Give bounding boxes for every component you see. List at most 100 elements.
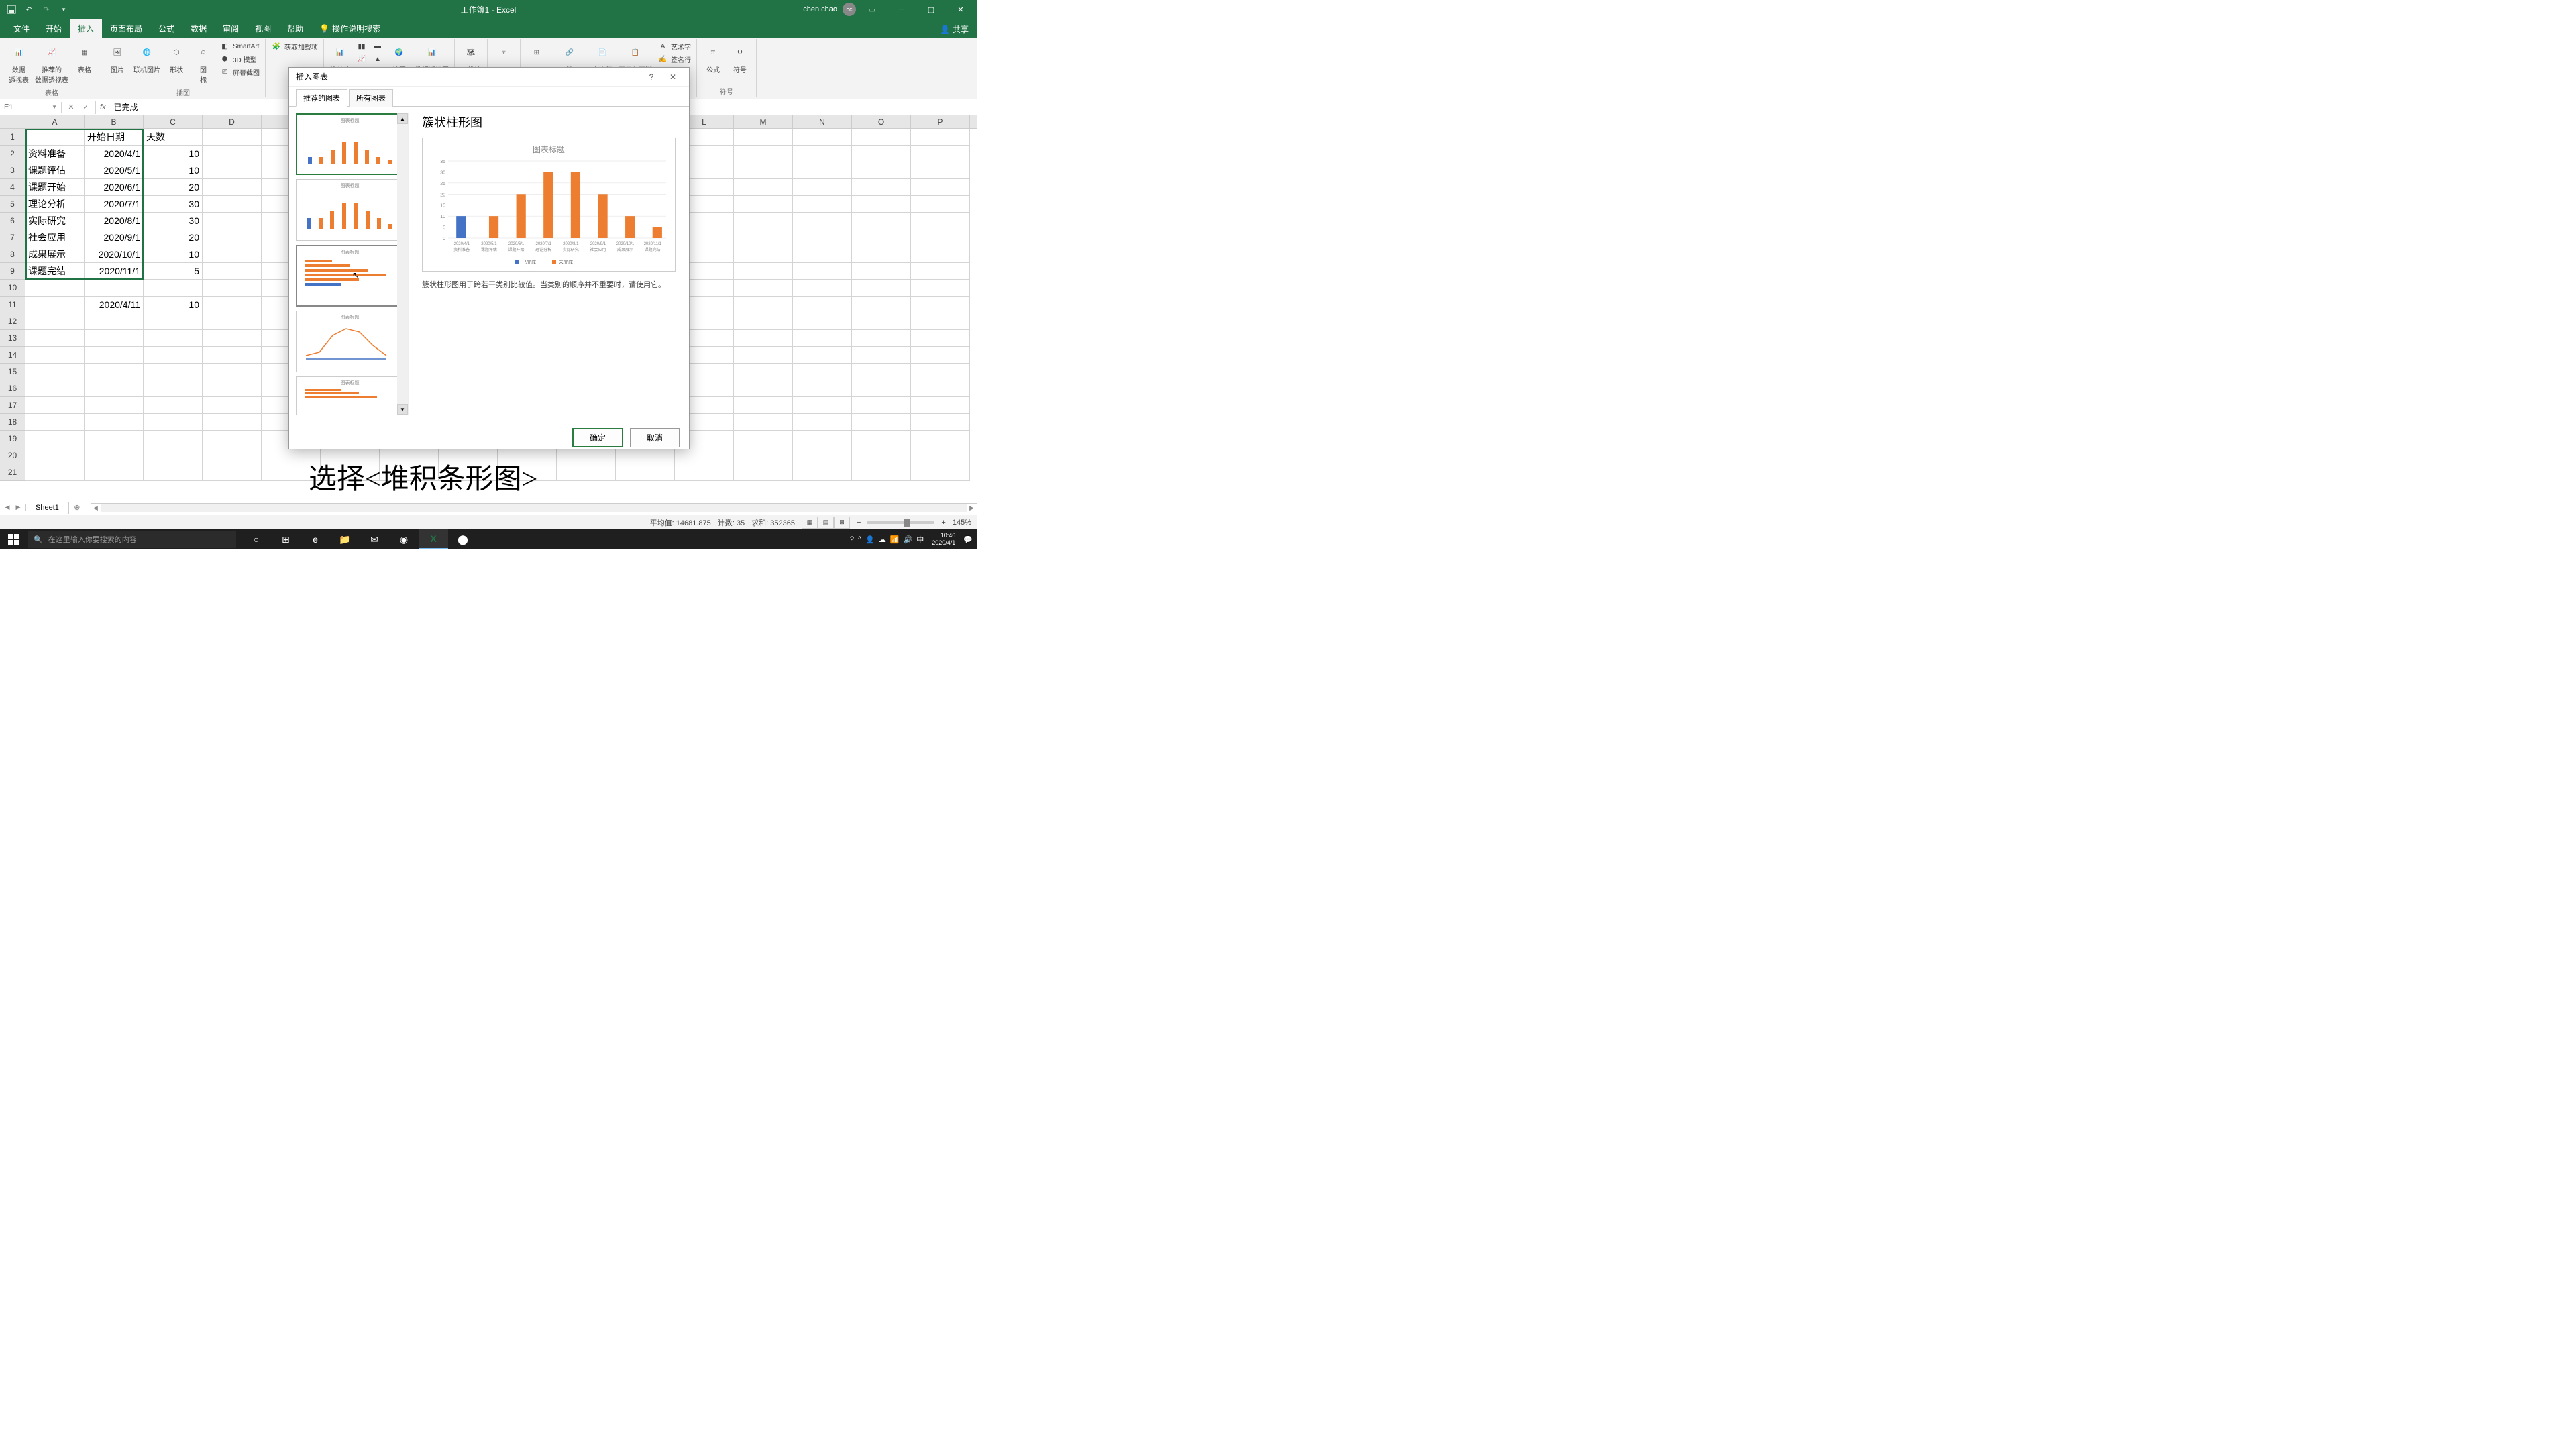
- tab-formulas[interactable]: 公式: [150, 19, 182, 38]
- explorer-icon[interactable]: 📁: [330, 529, 360, 549]
- view-pagelayout-icon[interactable]: ▤: [818, 517, 834, 529]
- cell[interactable]: [852, 313, 911, 330]
- scroll-down-icon[interactable]: ▼: [397, 404, 408, 415]
- obs-icon[interactable]: ⬤: [448, 529, 478, 549]
- cell[interactable]: [203, 263, 262, 280]
- tray-people-icon[interactable]: 👤: [865, 535, 875, 544]
- cell[interactable]: [911, 263, 970, 280]
- cell[interactable]: 天数: [144, 129, 203, 146]
- cell[interactable]: [85, 313, 144, 330]
- fx-icon[interactable]: fx: [96, 103, 110, 111]
- cell[interactable]: [852, 364, 911, 380]
- tray-clock[interactable]: 10:46 2020/4/1: [928, 532, 959, 547]
- cell[interactable]: [144, 313, 203, 330]
- zoom-in-icon[interactable]: +: [941, 519, 945, 527]
- row-header[interactable]: 16: [0, 380, 25, 397]
- row-header[interactable]: 19: [0, 431, 25, 447]
- row-header[interactable]: 8: [0, 246, 25, 263]
- tab-view[interactable]: 视图: [247, 19, 279, 38]
- cell[interactable]: 2020/9/1: [85, 229, 144, 246]
- column-header[interactable]: B: [85, 115, 144, 128]
- row-header[interactable]: 6: [0, 213, 25, 229]
- cell[interactable]: [911, 196, 970, 213]
- tray-network-icon[interactable]: 📶: [890, 535, 900, 544]
- cell[interactable]: [25, 347, 85, 364]
- online-pictures-button[interactable]: 🌐联机图片: [132, 40, 162, 76]
- cell[interactable]: [734, 330, 793, 347]
- cell[interactable]: [85, 464, 144, 481]
- cell[interactable]: [793, 129, 852, 146]
- cell[interactable]: [203, 447, 262, 464]
- cell[interactable]: [911, 330, 970, 347]
- cell[interactable]: [144, 464, 203, 481]
- undo-icon[interactable]: ↶: [23, 3, 35, 15]
- cell[interactable]: [203, 414, 262, 431]
- cell[interactable]: [911, 229, 970, 246]
- cell[interactable]: [911, 179, 970, 196]
- cell[interactable]: [203, 464, 262, 481]
- cell[interactable]: [25, 447, 85, 464]
- scroll-up-icon[interactable]: ▲: [397, 113, 408, 124]
- tab-review[interactable]: 审阅: [215, 19, 247, 38]
- tray-help-icon[interactable]: ?: [850, 535, 854, 543]
- row-header[interactable]: 9: [0, 263, 25, 280]
- cell[interactable]: [911, 146, 970, 162]
- cell[interactable]: [144, 431, 203, 447]
- cell[interactable]: [144, 397, 203, 414]
- tray-onedrive-icon[interactable]: ☁: [879, 535, 886, 544]
- cell[interactable]: [793, 464, 852, 481]
- thumbnail-clustered-column[interactable]: 图表标题: [296, 113, 404, 175]
- cell[interactable]: 课题完结: [25, 263, 85, 280]
- cell[interactable]: 2020/4/11: [85, 297, 144, 313]
- excel-icon[interactable]: X: [419, 529, 448, 549]
- tray-notifications-icon[interactable]: 💬: [963, 535, 973, 544]
- cell[interactable]: [911, 364, 970, 380]
- cell[interactable]: [85, 280, 144, 297]
- cell[interactable]: [203, 146, 262, 162]
- zoom-level[interactable]: 145%: [953, 519, 971, 527]
- chrome-icon[interactable]: ◉: [389, 529, 419, 549]
- cell[interactable]: [911, 313, 970, 330]
- cell[interactable]: [911, 464, 970, 481]
- tab-pagelayout[interactable]: 页面布局: [102, 19, 150, 38]
- tab-help[interactable]: 帮助: [279, 19, 311, 38]
- view-normal-icon[interactable]: ▦: [802, 517, 818, 529]
- equation-button[interactable]: π公式: [701, 40, 725, 76]
- cell[interactable]: [852, 146, 911, 162]
- cell[interactable]: [203, 313, 262, 330]
- cell[interactable]: [144, 347, 203, 364]
- cell[interactable]: [85, 364, 144, 380]
- cell[interactable]: [734, 397, 793, 414]
- cell[interactable]: 理论分析: [25, 196, 85, 213]
- cell[interactable]: [793, 196, 852, 213]
- wordart-button[interactable]: A艺术字: [656, 40, 692, 52]
- screenshot-button[interactable]: ⎚屏幕截图: [218, 66, 261, 78]
- cell[interactable]: [144, 364, 203, 380]
- tray-ime[interactable]: 中: [916, 534, 924, 545]
- area-chart-icon[interactable]: ▲: [371, 53, 384, 65]
- cell[interactable]: 社会应用: [25, 229, 85, 246]
- cell[interactable]: [793, 397, 852, 414]
- cell[interactable]: [793, 447, 852, 464]
- cell[interactable]: [25, 397, 85, 414]
- cell[interactable]: [911, 129, 970, 146]
- pictures-button[interactable]: 🖼图片: [105, 40, 129, 76]
- column-header[interactable]: O: [852, 115, 911, 128]
- cell[interactable]: 开始日期: [85, 129, 144, 146]
- enter-formula-icon[interactable]: ✓: [79, 101, 93, 114]
- cell[interactable]: 2020/6/1: [85, 179, 144, 196]
- cell[interactable]: 课题开始: [25, 179, 85, 196]
- cell[interactable]: [852, 229, 911, 246]
- cell[interactable]: 10: [144, 146, 203, 162]
- cell[interactable]: [203, 162, 262, 179]
- cell[interactable]: [734, 414, 793, 431]
- cell[interactable]: [852, 347, 911, 364]
- cell[interactable]: [911, 280, 970, 297]
- cell[interactable]: [793, 297, 852, 313]
- cell[interactable]: 2020/8/1: [85, 213, 144, 229]
- cell[interactable]: 课题评估: [25, 162, 85, 179]
- tray-volume-icon[interactable]: 🔊: [904, 535, 913, 544]
- cell[interactable]: [85, 414, 144, 431]
- row-header[interactable]: 18: [0, 414, 25, 431]
- row-header[interactable]: 20: [0, 447, 25, 464]
